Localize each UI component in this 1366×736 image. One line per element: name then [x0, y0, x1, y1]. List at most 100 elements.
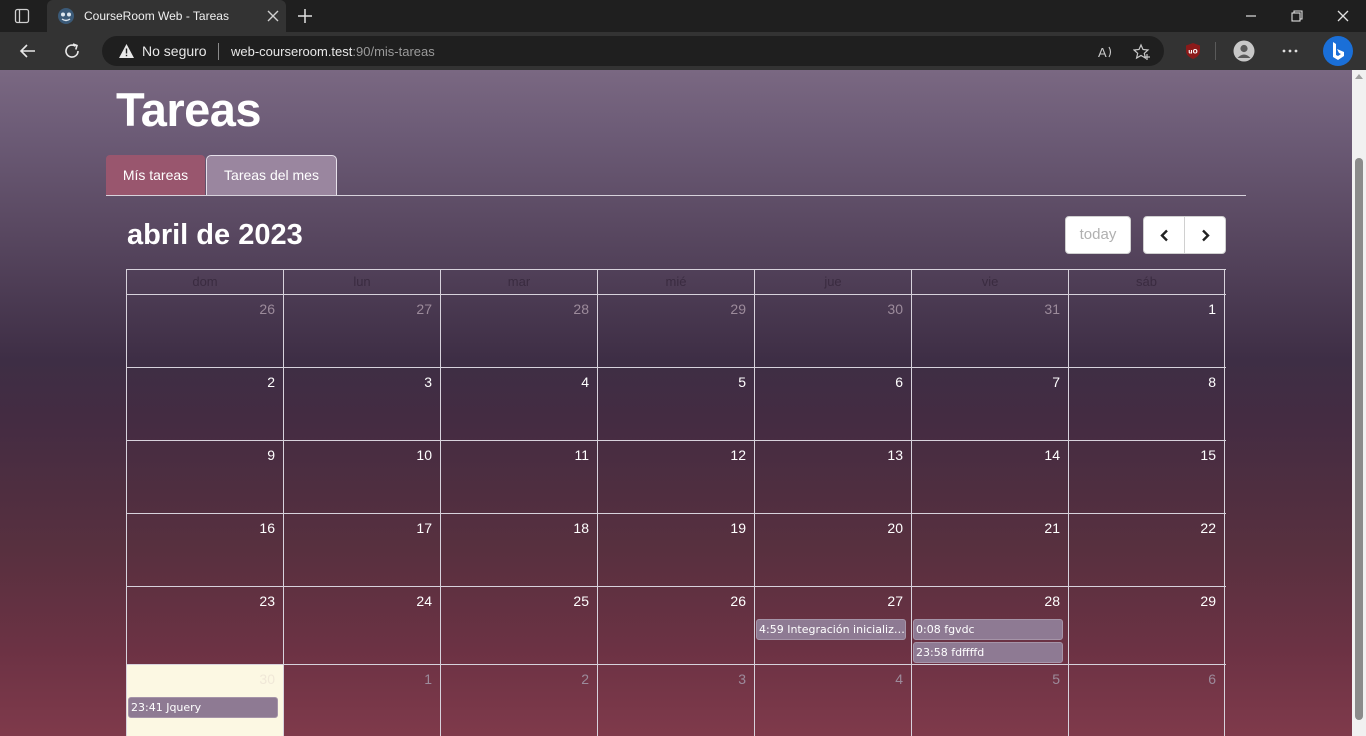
calendar-day-cell[interactable]: 13: [754, 441, 911, 513]
calendar-day-cell[interactable]: 8: [1068, 368, 1225, 440]
day-number[interactable]: 20: [887, 520, 903, 536]
url-text[interactable]: web-courseroom.test:90/mis-tareas: [231, 44, 435, 59]
calendar-day-cell[interactable]: 7: [911, 368, 1068, 440]
day-number[interactable]: 6: [895, 374, 903, 390]
calendar-day-cell[interactable]: 27 4:59 Integración inicializa...: [754, 587, 911, 664]
profile-avatar-icon[interactable]: [1233, 40, 1255, 62]
day-number[interactable]: 5: [1052, 671, 1060, 687]
tab-mis-tareas[interactable]: Mís tareas: [106, 155, 205, 196]
more-options-icon[interactable]: [1280, 41, 1300, 61]
day-number[interactable]: 23: [259, 593, 275, 609]
calendar-day-cell[interactable]: 28: [440, 295, 597, 367]
calendar-day-cell[interactable]: 18: [440, 514, 597, 586]
day-number[interactable]: 13: [887, 447, 903, 463]
calendar-day-cell[interactable]: 2: [440, 665, 597, 736]
calendar-day-cell[interactable]: 29: [597, 295, 754, 367]
day-number[interactable]: 8: [1208, 374, 1216, 390]
calendar-day-cell[interactable]: 17: [283, 514, 440, 586]
calendar-day-cell[interactable]: 23: [126, 587, 283, 664]
day-number[interactable]: 30: [259, 671, 275, 687]
minimize-icon[interactable]: [1243, 8, 1259, 24]
day-number[interactable]: 6: [1208, 671, 1216, 687]
day-number[interactable]: 7: [1052, 374, 1060, 390]
day-number[interactable]: 21: [1044, 520, 1060, 536]
day-number[interactable]: 3: [424, 374, 432, 390]
calendar-day-cell[interactable]: 26: [126, 295, 283, 367]
day-number[interactable]: 16: [259, 520, 275, 536]
bing-chat-icon[interactable]: [1322, 35, 1354, 67]
calendar-day-cell[interactable]: 11: [440, 441, 597, 513]
close-window-icon[interactable]: [1335, 8, 1351, 24]
calendar-day-cell[interactable]: 4: [440, 368, 597, 440]
day-number[interactable]: 1: [424, 671, 432, 687]
calendar-day-cell[interactable]: 21: [911, 514, 1068, 586]
tab-tareas-del-mes[interactable]: Tareas del mes: [206, 155, 337, 196]
new-tab-icon[interactable]: [296, 7, 314, 25]
day-number[interactable]: 24: [416, 593, 432, 609]
calendar-day-cell[interactable]: 10: [283, 441, 440, 513]
day-number[interactable]: 26: [259, 301, 275, 317]
day-number[interactable]: 29: [730, 301, 746, 317]
calendar-day-cell[interactable]: 15: [1068, 441, 1225, 513]
browser-tab[interactable]: CourseRoom Web - Tareas: [47, 0, 286, 32]
calendar-event[interactable]: 4:59 Integración inicializa...: [756, 619, 906, 640]
day-number[interactable]: 2: [267, 374, 275, 390]
calendar-day-cell[interactable]: 3: [597, 665, 754, 736]
calendar-event[interactable]: 23:58 fdffffd: [913, 642, 1063, 663]
page-scrollbar[interactable]: [1352, 70, 1366, 736]
calendar-day-cell[interactable]: 5: [597, 368, 754, 440]
calendar-day-cell[interactable]: 4: [754, 665, 911, 736]
calendar-day-cell[interactable]: 3: [283, 368, 440, 440]
prev-month-button[interactable]: [1143, 216, 1185, 254]
calendar-day-cell[interactable]: 2: [126, 368, 283, 440]
calendar-day-cell[interactable]: 29: [1068, 587, 1225, 664]
calendar-day-cell[interactable]: 12: [597, 441, 754, 513]
calendar-day-cell[interactable]: 27: [283, 295, 440, 367]
calendar-day-cell[interactable]: 31: [911, 295, 1068, 367]
day-number[interactable]: 4: [581, 374, 589, 390]
calendar-day-cell[interactable]: 20: [754, 514, 911, 586]
scroll-up-arrow-icon[interactable]: [1355, 74, 1363, 79]
calendar-day-cell[interactable]: 28 0:08 fgvdc 23:58 fdffffd: [911, 587, 1068, 664]
day-number[interactable]: 14: [1044, 447, 1060, 463]
calendar-day-cell[interactable]: 9: [126, 441, 283, 513]
day-number[interactable]: 29: [1200, 593, 1216, 609]
ublock-extension-icon[interactable]: uO: [1183, 41, 1203, 61]
calendar-day-cell[interactable]: 5: [911, 665, 1068, 736]
scrollbar-thumb[interactable]: [1355, 158, 1363, 720]
day-number[interactable]: 26: [730, 593, 746, 609]
day-number[interactable]: 27: [416, 301, 432, 317]
next-month-button[interactable]: [1184, 216, 1226, 254]
day-number[interactable]: 12: [730, 447, 746, 463]
tab-actions-icon[interactable]: [14, 8, 30, 24]
day-number[interactable]: 31: [1044, 301, 1060, 317]
calendar-day-cell[interactable]: 1: [283, 665, 440, 736]
calendar-day-cell[interactable]: 6: [754, 368, 911, 440]
calendar-day-cell[interactable]: 19: [597, 514, 754, 586]
add-favorite-icon[interactable]: [1133, 43, 1151, 61]
read-aloud-icon[interactable]: A: [1097, 43, 1115, 61]
day-number[interactable]: 27: [887, 593, 903, 609]
calendar-day-cell[interactable]: 26: [597, 587, 754, 664]
day-number[interactable]: 19: [730, 520, 746, 536]
day-number[interactable]: 25: [573, 593, 589, 609]
day-number[interactable]: 1: [1208, 301, 1216, 317]
calendar-event[interactable]: 0:08 fgvdc: [913, 619, 1063, 640]
day-number[interactable]: 5: [738, 374, 746, 390]
restore-icon[interactable]: [1289, 8, 1305, 24]
security-label[interactable]: No seguro: [142, 43, 207, 59]
day-number[interactable]: 18: [573, 520, 589, 536]
back-icon[interactable]: [18, 41, 38, 61]
calendar-day-cell[interactable]: 22: [1068, 514, 1225, 586]
warning-icon[interactable]: [118, 43, 135, 59]
day-number[interactable]: 15: [1200, 447, 1216, 463]
calendar-day-cell[interactable]: 30: [754, 295, 911, 367]
calendar-day-cell[interactable]: 16: [126, 514, 283, 586]
day-number[interactable]: 28: [573, 301, 589, 317]
calendar-day-cell[interactable]: 24: [283, 587, 440, 664]
day-number[interactable]: 30: [887, 301, 903, 317]
calendar-event[interactable]: 23:41 Jquery: [128, 697, 278, 718]
day-number[interactable]: 22: [1200, 520, 1216, 536]
day-number[interactable]: 9: [267, 447, 275, 463]
close-tab-icon[interactable]: [266, 9, 280, 23]
